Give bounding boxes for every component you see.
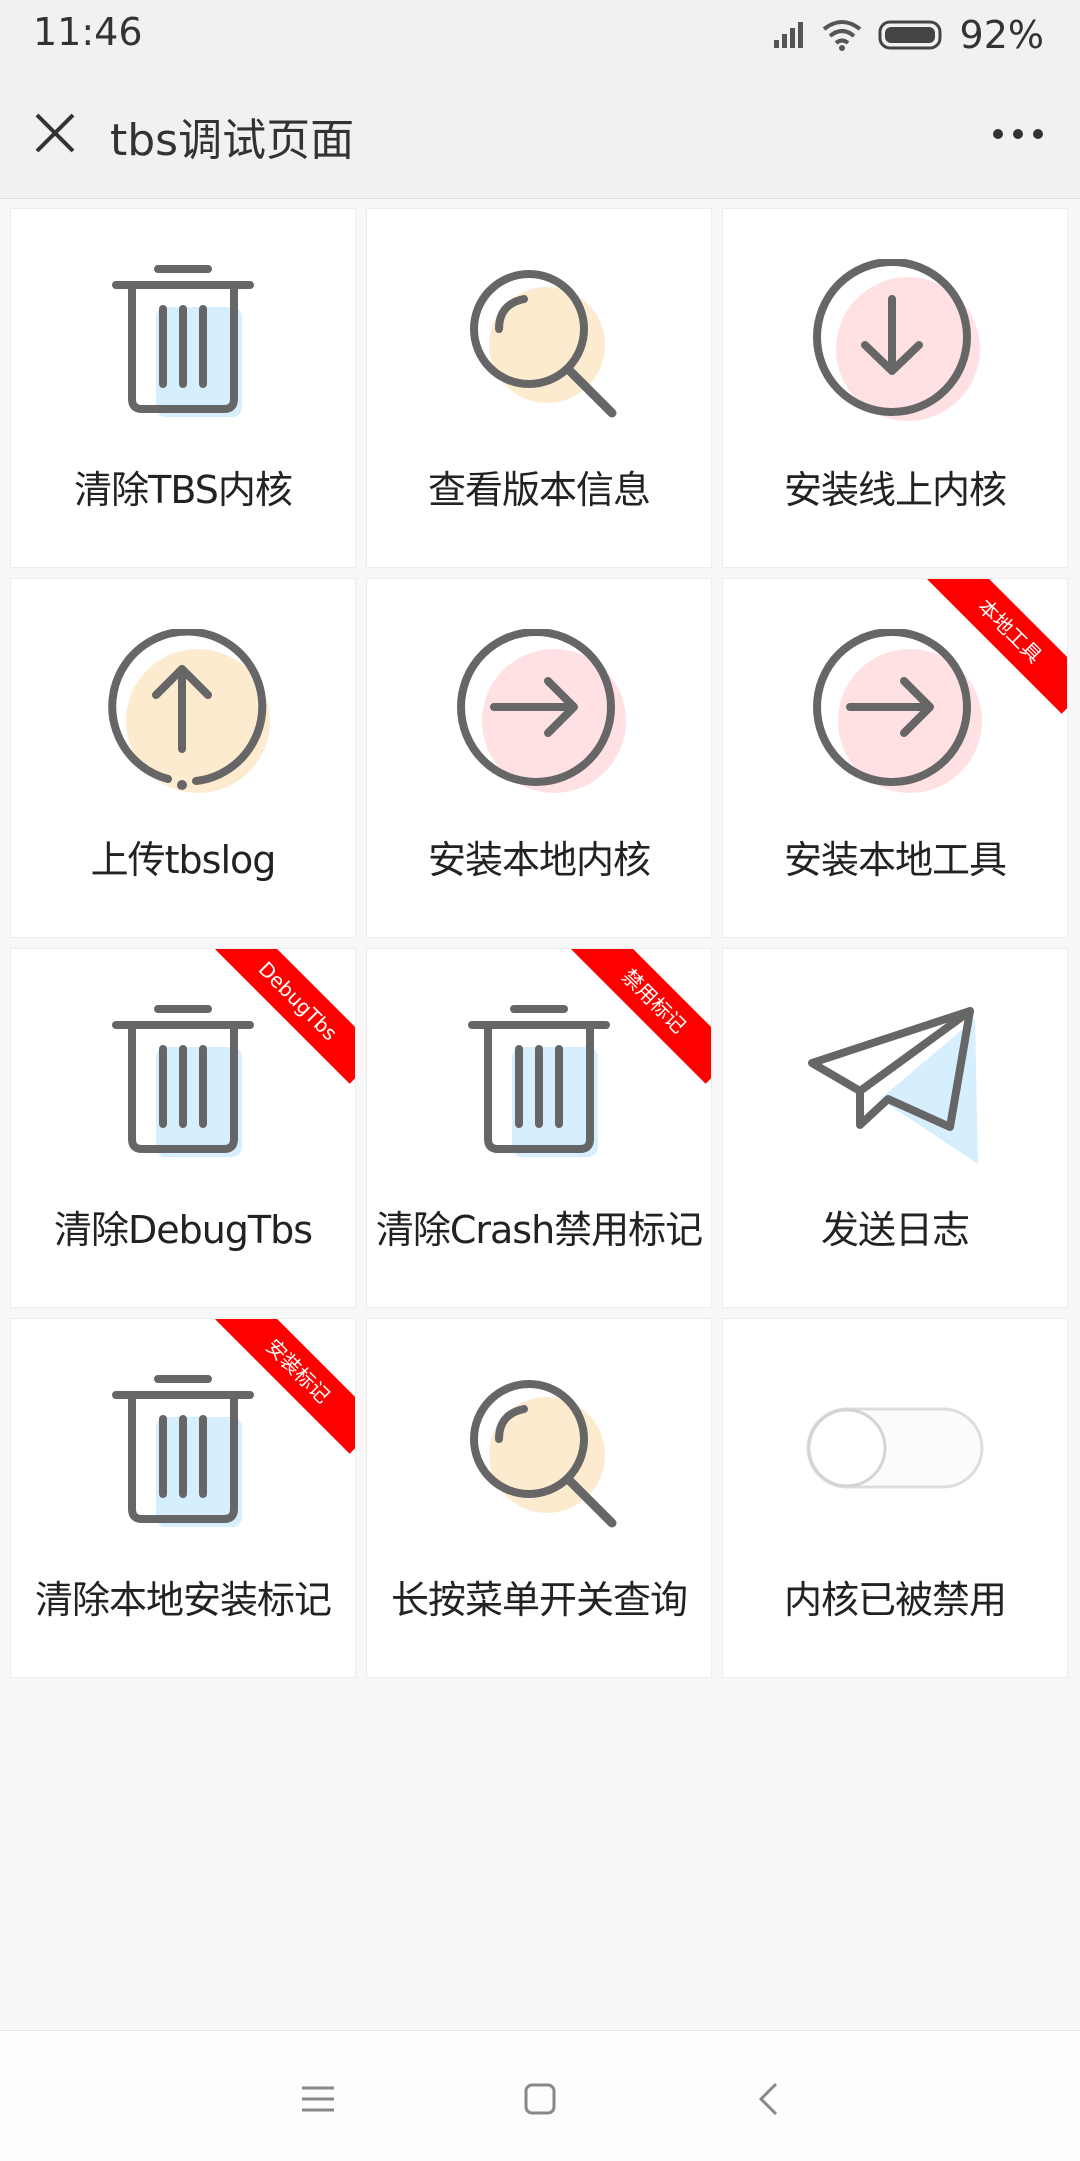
tile-clear-local-install-flag[interactable]: 清除本地安装标记 安装标记 [10,1318,356,1678]
home-square-icon [524,2083,556,2115]
back-button[interactable] [738,2069,798,2129]
close-icon [35,113,75,153]
tile-label: 清除Crash禁用标记 [375,1208,703,1252]
page-title: tbs调试页面 [110,115,355,166]
wifi-icon [822,20,861,51]
back-chevron-icon [758,2082,778,2116]
title-bar: tbs调试页面 [0,70,1080,199]
trash-icon [112,1005,254,1157]
tool-grid: 清除TBS内核 查看版本信息 安装线上内核 上传tbslog 安装本地内核 安装… [10,208,1070,1678]
download-circle-icon [813,259,980,421]
tile-install-online-kernel[interactable]: 安装线上内核 [722,208,1068,568]
tile-label: 安装本地工具 [783,838,1007,882]
tile-label: 清除TBS内核 [74,468,293,512]
tile-label: 清除本地安装标记 [34,1578,332,1622]
home-button[interactable] [510,2069,570,2129]
tile-clear-tbs-kernel[interactable]: 清除TBS内核 [10,208,356,568]
status-bar: 11:46 92% [0,0,1080,70]
toggle-switch[interactable] [800,1369,990,1559]
status-time: 11:46 [33,10,143,54]
tile-send-log[interactable]: 发送日志 [722,948,1068,1308]
menu-lines-icon [302,2086,334,2112]
tile-upload-tbslog[interactable]: 上传tbslog [10,578,356,938]
tile-label: 安装线上内核 [783,468,1007,512]
tile-menu-switch-query[interactable]: 长按菜单开关查询 [366,1318,712,1678]
tile-install-local-tool[interactable]: 安装本地工具 本地工具 [722,578,1068,938]
trash-icon [112,1375,254,1527]
close-button[interactable] [28,106,82,160]
tile-label: 长按菜单开关查询 [390,1578,688,1622]
status-icons: 92% [772,10,1044,60]
trash-icon [468,1005,610,1157]
tile-label: 安装本地内核 [427,838,651,882]
tile-clear-crash-flag[interactable]: 清除Crash禁用标记 禁用标记 [366,948,712,1308]
tile-clear-debugtbs[interactable]: 清除DebugTbs DebugTbs [10,948,356,1308]
battery-percent: 92% [959,13,1044,57]
search-icon [470,1380,617,1528]
signal-icon [773,22,803,48]
arrow-right-circle-icon [813,629,982,793]
tile-label: 上传tbslog [90,838,277,882]
battery-icon [878,20,942,50]
trash-icon [112,265,254,417]
tile-view-version-info[interactable]: 查看版本信息 [366,208,712,568]
more-dots-icon [993,129,1043,139]
tile-label: 清除DebugTbs [53,1208,313,1252]
arrow-right-circle-icon [457,629,626,793]
paper-plane-icon [808,1007,978,1164]
upload-circle-icon [108,629,270,793]
more-menu-button[interactable] [986,110,1050,158]
recent-apps-button[interactable] [288,2069,348,2129]
search-icon [470,270,617,418]
tile-label: 查看版本信息 [427,468,651,512]
tile-label: 发送日志 [820,1208,970,1252]
tile-label: 内核已被禁用 [783,1578,1007,1622]
system-nav-bar [0,2030,1080,2161]
tile-install-local-kernel[interactable]: 安装本地内核 [366,578,712,938]
tile-kernel-disabled[interactable]: 内核已被禁用 [722,1318,1068,1678]
